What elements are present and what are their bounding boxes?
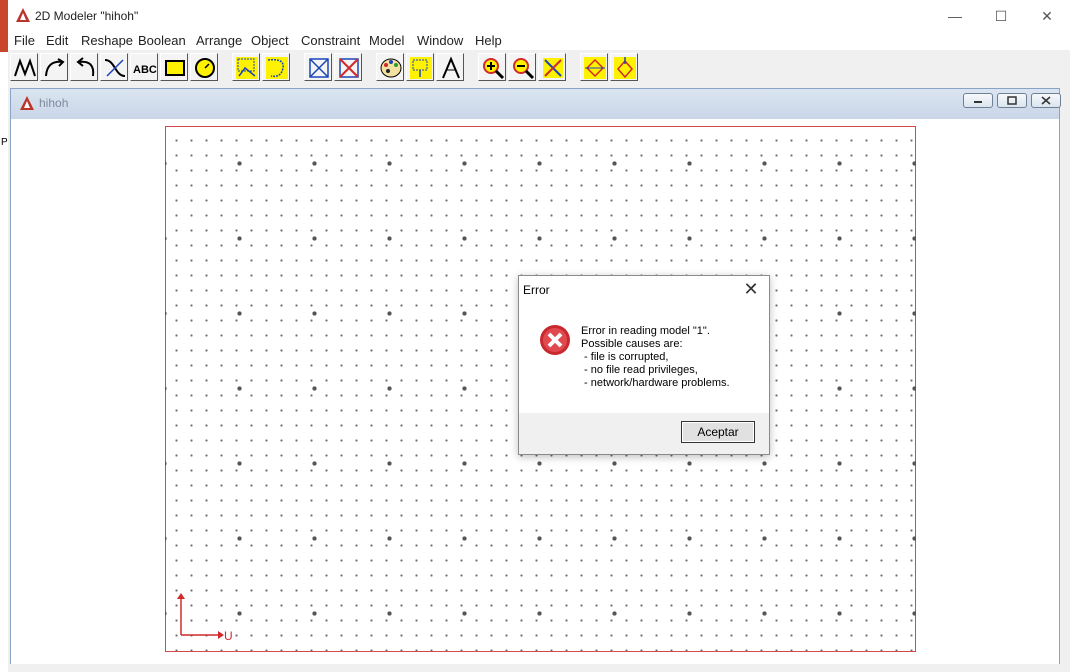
dialog-title: Error — [523, 283, 550, 297]
close-icon — [1041, 96, 1051, 105]
menu-help[interactable]: Help — [475, 33, 502, 48]
menu-edit[interactable]: Edit — [46, 33, 68, 48]
dimension-icon — [584, 57, 606, 79]
freeform-select-tool-button[interactable] — [262, 53, 290, 81]
error-icon — [540, 325, 570, 355]
left-edge-strip: P — [0, 0, 8, 672]
close-button[interactable]: ✕ — [1024, 0, 1070, 32]
app-title: 2D Modeler "hihoh" — [35, 9, 139, 23]
title-bar: 2D Modeler "hihoh" — ☐ ✕ — [8, 0, 1070, 32]
menu-boolean[interactable]: Boolean — [138, 33, 186, 48]
rectangle-icon — [165, 60, 185, 76]
zoom-fit-icon — [543, 58, 563, 78]
side-letter: P — [1, 137, 8, 148]
intersect-icon — [309, 58, 329, 78]
zoom-in-icon — [483, 58, 505, 80]
toolbar: ABC — [8, 50, 1070, 84]
error-message: Error in reading model "1". Possible cau… — [581, 325, 730, 390]
error-message-line: Error in reading model "1". — [581, 325, 710, 337]
trim-tool-button[interactable] — [436, 53, 464, 81]
select-rect-icon — [236, 57, 258, 79]
palette-icon — [380, 58, 402, 78]
bezier-tool-button[interactable] — [100, 53, 128, 81]
text-icon: ABC — [133, 64, 157, 76]
dimension-tool-button[interactable] — [580, 53, 608, 81]
child-restore-button[interactable] — [997, 93, 1027, 108]
subtract-icon — [339, 58, 359, 78]
app-logo-icon — [16, 8, 30, 22]
color-tool-button[interactable] — [376, 53, 404, 81]
text-tool-label: ABC — [133, 64, 157, 76]
child-minimize-button[interactable] — [963, 93, 993, 108]
status-bar — [8, 664, 1070, 672]
error-message-line: Possible causes are: — [581, 338, 683, 350]
zoom-out-button[interactable] — [508, 53, 536, 81]
zoom-out-icon — [513, 58, 535, 80]
child-close-button[interactable] — [1031, 93, 1061, 108]
polyline-tool-button[interactable] — [10, 53, 38, 81]
menu-file[interactable]: File — [14, 33, 35, 48]
menu-reshape[interactable]: Reshape — [81, 33, 133, 48]
ok-button[interactable]: Aceptar — [681, 421, 755, 443]
pattern-icon — [410, 57, 432, 79]
bezier-icon — [104, 59, 126, 77]
error-message-line: - no file read privileges, — [581, 364, 698, 376]
text-tool-button[interactable]: ABC — [130, 53, 158, 81]
constraint-icon — [614, 57, 636, 79]
v-axis-arrow — [177, 593, 185, 599]
polyline-icon — [14, 58, 36, 77]
arc-icon — [45, 58, 65, 77]
arc-tool-button[interactable] — [40, 53, 68, 81]
subtract-tool-button[interactable] — [334, 53, 362, 81]
error-message-line: - file is corrupted, — [581, 351, 669, 363]
rectangle-tool-button[interactable] — [160, 53, 188, 81]
child-app-icon — [20, 96, 34, 110]
circle-icon — [195, 58, 215, 78]
u-axis-label: U — [224, 629, 233, 643]
zoom-fit-button[interactable] — [538, 53, 566, 81]
uv-axes-indicator: U — [177, 593, 233, 643]
pattern-tool-button[interactable] — [406, 53, 434, 81]
circle-tool-button[interactable] — [190, 53, 218, 81]
child-window-title: hihoh — [39, 96, 69, 110]
curve-tool-button[interactable] — [70, 53, 98, 81]
minimize-button[interactable]: — — [932, 0, 978, 32]
menu-arrange[interactable]: Arrange — [196, 33, 242, 48]
error-message-line: - network/hardware problems. — [581, 377, 730, 389]
background-window-edge — [0, 0, 8, 52]
menu-bar: File Edit Reshape Boolean Arrange Object… — [8, 32, 1070, 50]
zoom-in-button[interactable] — [478, 53, 506, 81]
maximize-button[interactable]: ☐ — [978, 0, 1024, 32]
dialog-footer: Aceptar — [519, 413, 769, 454]
menu-constraint[interactable]: Constraint — [301, 33, 360, 48]
minimize-icon — [974, 101, 982, 103]
intersect-tool-button[interactable] — [304, 53, 332, 81]
restore-icon — [1007, 96, 1017, 105]
menu-window[interactable]: Window — [417, 33, 463, 48]
error-dialog: Error ✕ Error in reading model "1". Poss… — [518, 275, 770, 455]
menu-model[interactable]: Model — [369, 33, 404, 48]
constraint-tool-button[interactable] — [610, 53, 638, 81]
select-tool-button[interactable] — [232, 53, 260, 81]
menu-object[interactable]: Object — [251, 33, 289, 48]
child-title-bar: hihoh — [11, 89, 1061, 119]
freeform-select-icon — [266, 57, 288, 79]
dialog-close-button[interactable]: ✕ — [741, 279, 761, 300]
curve-icon — [76, 57, 95, 77]
trim-icon — [442, 56, 460, 79]
